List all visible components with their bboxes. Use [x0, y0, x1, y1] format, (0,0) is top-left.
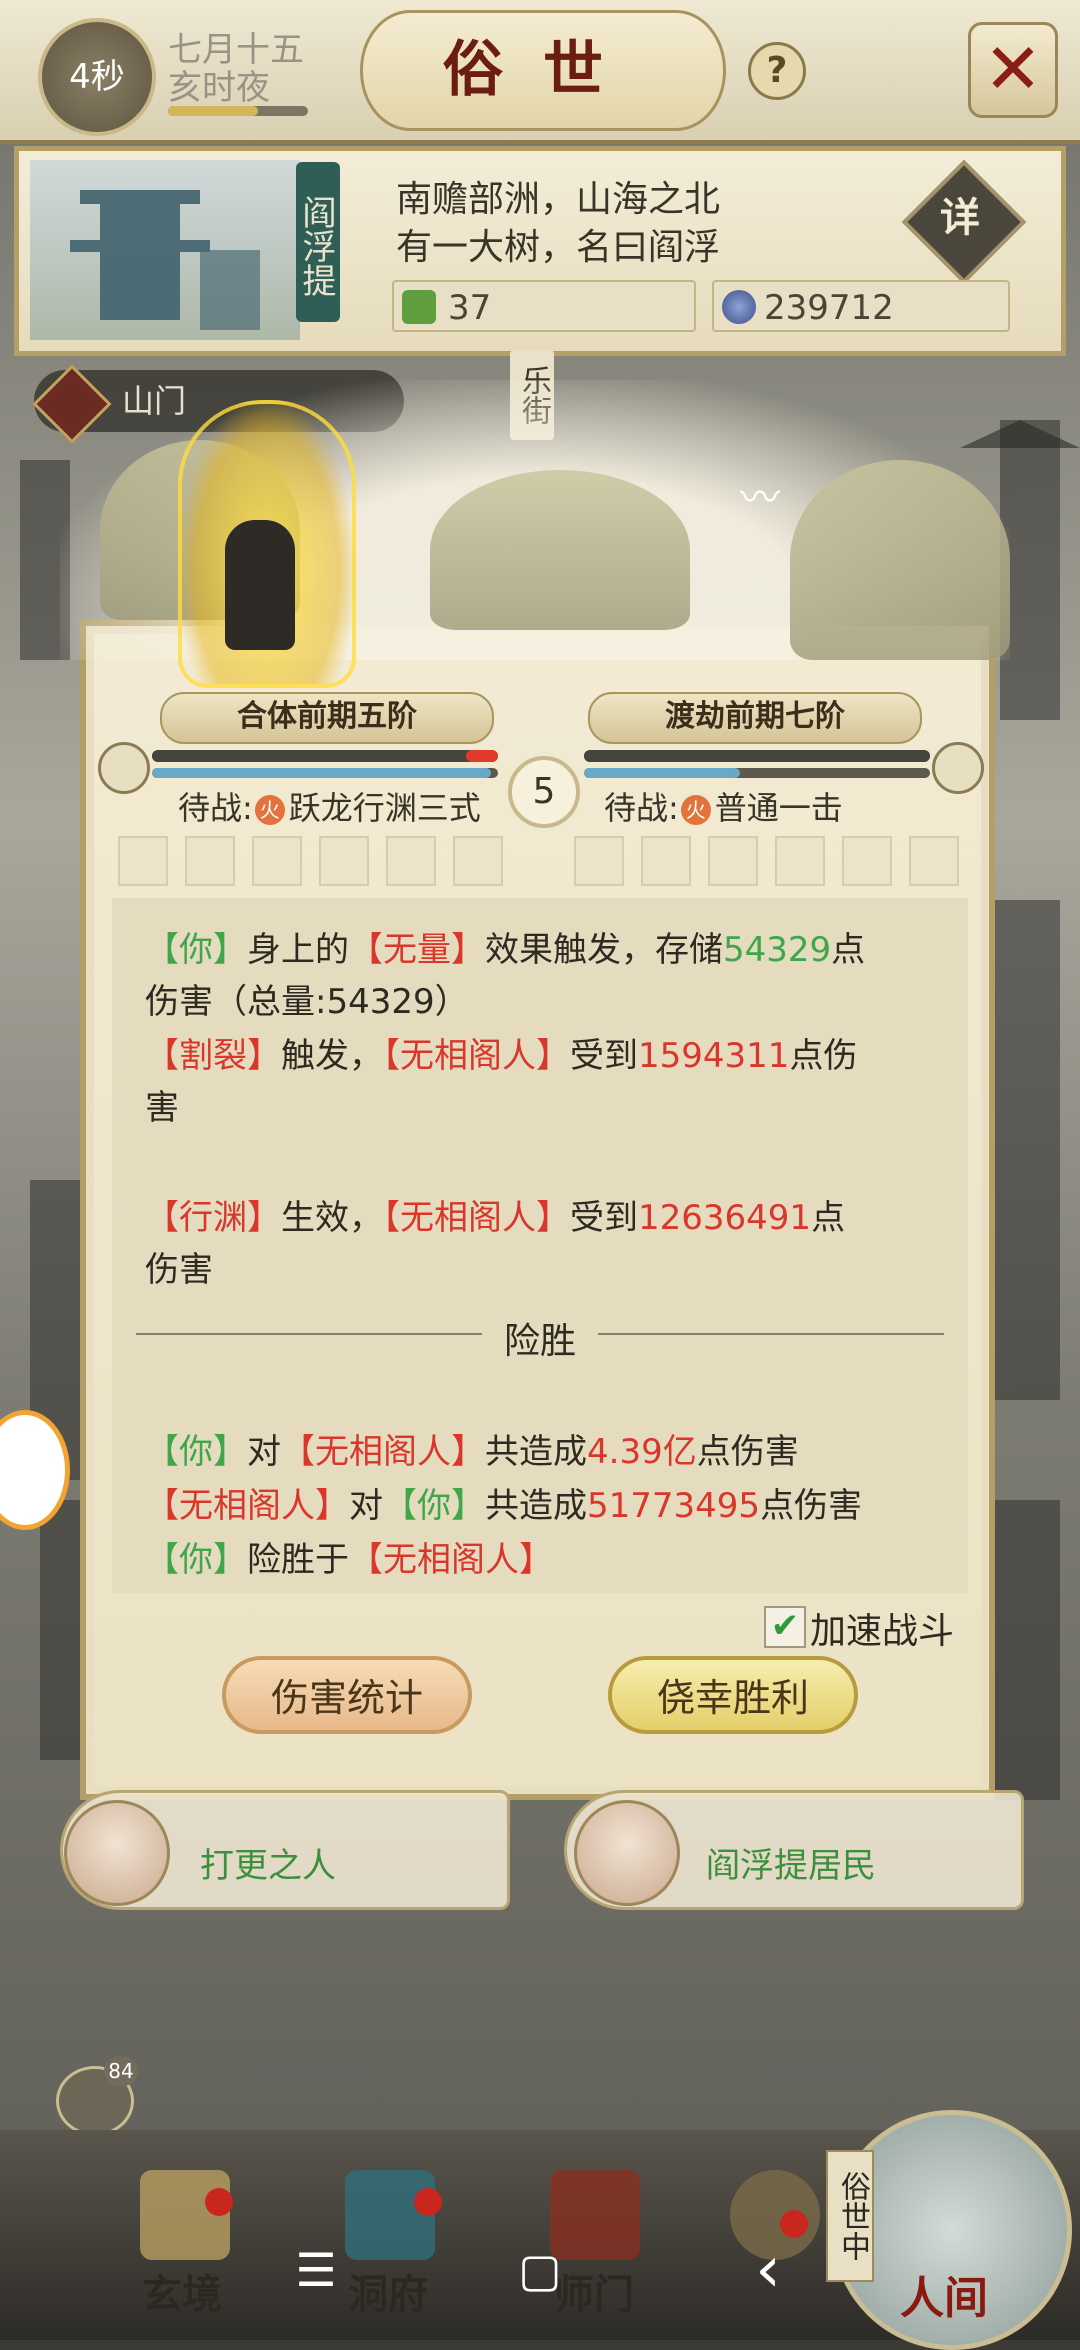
- enemy-buff-slot[interactable]: [641, 836, 691, 886]
- resource-coin-value: 239712: [764, 288, 894, 328]
- log-line: 伤害: [145, 1250, 213, 1290]
- summary-line: 【你】险胜于【无相阁人】: [145, 1540, 553, 1580]
- player-buff-slot[interactable]: [252, 836, 302, 886]
- location-description-line2: 有一大树，名曰阎浮: [396, 227, 721, 268]
- location-image: [30, 160, 300, 340]
- enemy-hp-bar: [584, 750, 930, 762]
- player-avatar-icon[interactable]: [98, 742, 150, 794]
- close-button[interactable]: ✕: [968, 22, 1058, 118]
- notification-dot: [205, 2188, 233, 2216]
- enemy-skill-name: 普通一击: [714, 789, 843, 827]
- current-location-tag: 俗世中: [826, 2150, 874, 2282]
- detail-button-label[interactable]: 详: [920, 178, 1000, 258]
- divider-left: [136, 1333, 482, 1335]
- notification-dot: [414, 2188, 442, 2216]
- nav-xuanjing[interactable]: 玄境: [142, 2262, 222, 2320]
- mountain-right: [790, 460, 1010, 660]
- notification-dot: [780, 2210, 808, 2238]
- log-line: 害: [145, 1088, 179, 1128]
- enemy-buff-slot[interactable]: [708, 836, 758, 886]
- log-line: 【行渊】生效，【无相阁人】受到12636491点: [145, 1198, 846, 1238]
- player-buff-slot[interactable]: [319, 836, 369, 886]
- fire-element-icon: 火: [680, 795, 711, 825]
- help-button[interactable]: ?: [748, 42, 806, 100]
- cave-icon[interactable]: [345, 2170, 435, 2260]
- enemy-mp-bar: [584, 768, 740, 778]
- log-line: 【你】身上的【无量】效果触发，存储54329点: [145, 930, 866, 970]
- resource-coin: 239712: [712, 280, 1010, 332]
- page-title: 俗世: [360, 10, 726, 131]
- jade-icon: [402, 290, 436, 324]
- player-mp-bar: [152, 768, 492, 778]
- player-buff-slot[interactable]: [185, 836, 235, 886]
- round-counter: 5: [508, 756, 580, 828]
- npc-title: 阎浮提居民: [706, 1846, 876, 1886]
- game-time: 亥时夜: [168, 68, 270, 108]
- damage-stats-button[interactable]: 伤害统计: [222, 1656, 472, 1734]
- player-waiting-prefix: 待战:: [178, 789, 253, 827]
- player-hp-lost: [466, 750, 498, 762]
- player-skill-name: 跃龙行渊三式: [288, 789, 481, 827]
- log-line: 【割裂】触发，【无相阁人】受到1594311点伤: [145, 1036, 858, 1076]
- npc-avatar: [64, 1800, 170, 1906]
- coin-icon: [722, 290, 756, 324]
- crane-icon: 〰: [740, 475, 780, 521]
- chat-badge: 84: [104, 2056, 138, 2086]
- enemy-waiting-prefix: 待战:: [604, 789, 679, 827]
- npc-title: 打更之人: [200, 1846, 336, 1886]
- enemy-buff-slot[interactable]: [574, 836, 624, 886]
- resource-jade-value: 37: [448, 288, 492, 328]
- log-line: 伤害（总量:54329）: [145, 982, 469, 1022]
- divider-right: [598, 1333, 944, 1335]
- npc-avatar: [574, 1800, 680, 1906]
- enemy-rank: 渡劫前期七阶: [588, 692, 922, 744]
- player-buff-slot[interactable]: [453, 836, 503, 886]
- player-rank: 合体前期五阶: [160, 692, 494, 744]
- location-sign: 阎浮提: [296, 162, 340, 322]
- home-icon[interactable]: ▢: [510, 2240, 570, 2300]
- enemy-buff-slot[interactable]: [775, 836, 825, 886]
- player-waiting-skill: 待战: 火跃龙行渊三式: [178, 783, 481, 829]
- victory-confirm-button[interactable]: 侥幸胜利: [608, 1656, 858, 1734]
- enemy-buff-slot[interactable]: [909, 836, 959, 886]
- nav-renjian[interactable]: 人间: [900, 2262, 988, 2326]
- time-progress-fill: [168, 106, 258, 116]
- menu-icon[interactable]: ☰: [286, 2240, 346, 2300]
- speed-up-checkbox[interactable]: ✔: [764, 1606, 806, 1648]
- nav-dongfu[interactable]: 洞府: [348, 2262, 428, 2320]
- enemy-waiting-skill: 待战: 火普通一击: [604, 783, 843, 829]
- fire-element-icon: 火: [254, 795, 285, 825]
- resource-jade: 37: [392, 280, 696, 332]
- result-divider-title: 险胜: [503, 1321, 576, 1362]
- enemy-avatar-icon[interactable]: [932, 742, 984, 794]
- enemy-buff-slot[interactable]: [842, 836, 892, 886]
- player-buff-slot[interactable]: [118, 836, 168, 886]
- mountain-center: [430, 470, 690, 630]
- player-character: [225, 520, 295, 650]
- summary-line: 【你】对【无相阁人】共造成4.39亿点伤害: [145, 1432, 799, 1472]
- summary-line: 【无相阁人】对【你】共造成51773495点伤害: [145, 1486, 863, 1526]
- countdown-timer: 4秒: [38, 18, 156, 136]
- player-buff-slot[interactable]: [386, 836, 436, 886]
- player-hp-bar: [152, 750, 481, 762]
- speed-up-label[interactable]: 加速战斗: [810, 1602, 954, 1654]
- location-description-line1: 南赡部洲，山海之北: [396, 179, 721, 220]
- back-icon[interactable]: ‹: [738, 2238, 798, 2302]
